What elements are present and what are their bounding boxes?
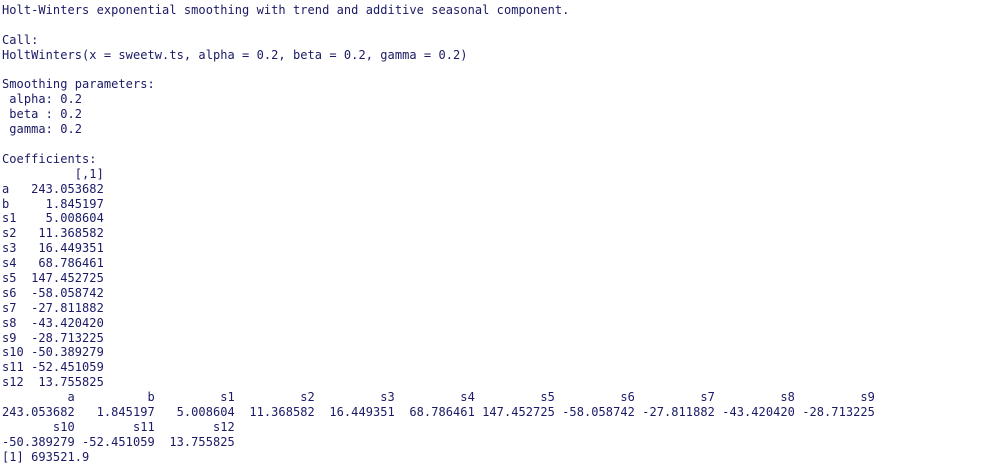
coef-row-s5: s5 147.452725 [2,271,104,286]
coefficients-label: Coefficients: [2,151,97,166]
coef-row-s4: s4 68.786461 [2,256,104,271]
coef-row-s11: s11 -52.451059 [2,360,104,375]
coef-row-s6: s6 -58.058742 [2,285,104,300]
coef-row-s7: s7 -27.811882 [2,300,104,315]
coef-vector-values-1: 243.053682 1.845197 5.008604 11.368582 1… [2,405,875,420]
param-gamma: gamma: 0.2 [2,122,83,137]
coef-row-s10: s10 -50.389279 [2,345,104,360]
coef-row-s8: s8 -43.420420 [2,315,104,330]
coef-row-s12: s12 13.755825 [2,375,104,390]
coef-row-s1: s1 5.008604 [2,211,104,226]
coef-row-b: b 1.845197 [2,196,104,211]
model-header: Holt-Winters exponential smoothing with … [2,3,570,17]
coef-row-a: a 243.053682 [2,181,104,196]
call-label: Call: [2,32,39,47]
coef-vector-values-2: -50.389279 -52.451059 13.755825 [2,434,235,449]
coef-row-s2: s2 11.368582 [2,226,104,241]
call-expression: HoltWinters(x = sweetw.ts, alpha = 0.2, … [2,47,468,62]
smoothing-label: Smoothing parameters: [2,77,155,92]
sse-output: [1] 693521.9 [2,449,90,464]
coef-table-header: [,1] [2,166,104,181]
param-alpha: alpha: 0.2 [2,92,83,107]
param-beta: beta : 0.2 [2,107,83,122]
coef-row-s3: s3 16.449351 [2,241,104,256]
r-console-output: Holt-Winters exponential smoothing with … [2,3,1002,469]
coef-vector-names-2: s10 s11 s12 [2,419,235,434]
coef-vector-names-1: a b s1 s2 s3 s4 s5 s6 s7 s8 s9 [2,390,875,405]
coef-row-s9: s9 -28.713225 [2,330,104,345]
